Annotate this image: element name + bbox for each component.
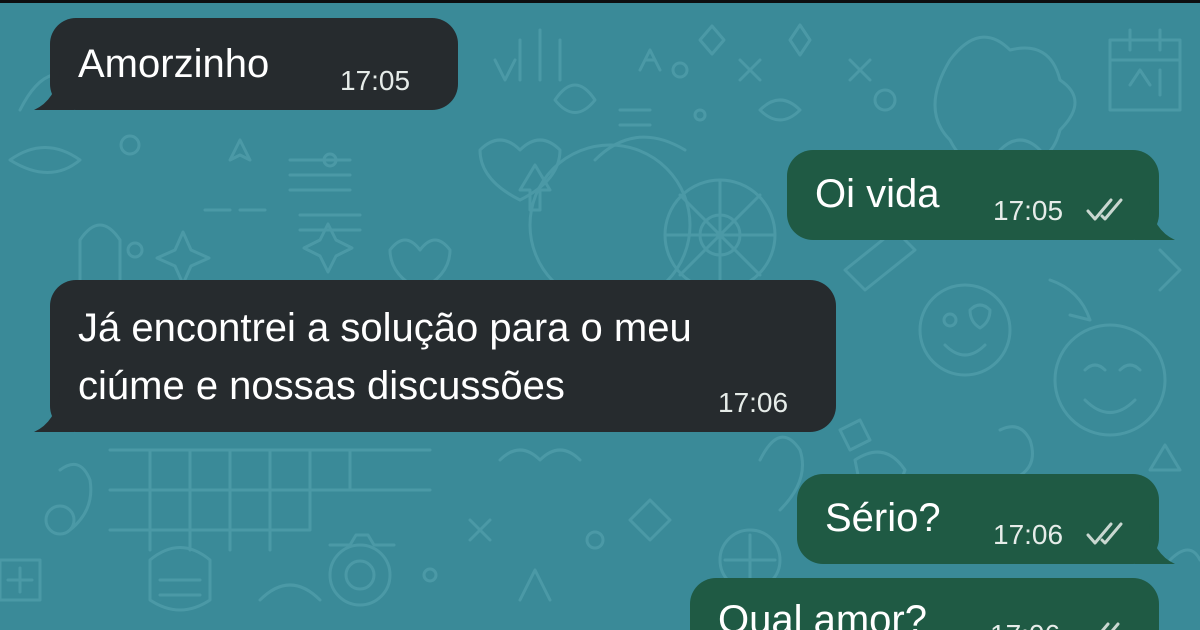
double-check-icon [1086, 522, 1123, 545]
message-text: Oi vida [815, 172, 940, 216]
message-time: 17:05 [340, 65, 411, 96]
bubble-tail [1135, 200, 1175, 240]
message-text-line: Já encontrei a solução para o meu [78, 306, 692, 350]
message-time: 17:06 [718, 387, 789, 418]
message-text-line: ciúme e nossas discussões [78, 364, 565, 408]
double-check-icon [1086, 198, 1123, 221]
message-text: Amorzinho [78, 42, 270, 86]
bubble-tail [1135, 524, 1175, 564]
message-bubble-outgoing[interactable]: Sério? 17:06 [797, 474, 1175, 564]
bubble-tail [34, 70, 74, 110]
message-bubble-outgoing[interactable]: Oi vida 17:05 [787, 150, 1175, 240]
message-bubble-incoming[interactable]: Já encontrei a solução para o meu ciúme … [34, 280, 836, 432]
message-bubble-outgoing[interactable]: Qual amor? 17:06 [690, 578, 1159, 630]
bubble-tail [34, 392, 74, 432]
chat-thread: Amorzinho 17:05 Oi vida 17:05 Já encontr… [0, 0, 1200, 630]
message-time: 17:06 [993, 519, 1064, 550]
message-text: Qual amor? [718, 598, 927, 630]
message-text: Sério? [825, 496, 941, 540]
message-time: 17:06 [990, 620, 1060, 630]
message-bubble-incoming[interactable]: Amorzinho 17:05 [34, 18, 458, 110]
double-check-icon [1100, 622, 1120, 630]
message-time: 17:05 [993, 195, 1064, 226]
